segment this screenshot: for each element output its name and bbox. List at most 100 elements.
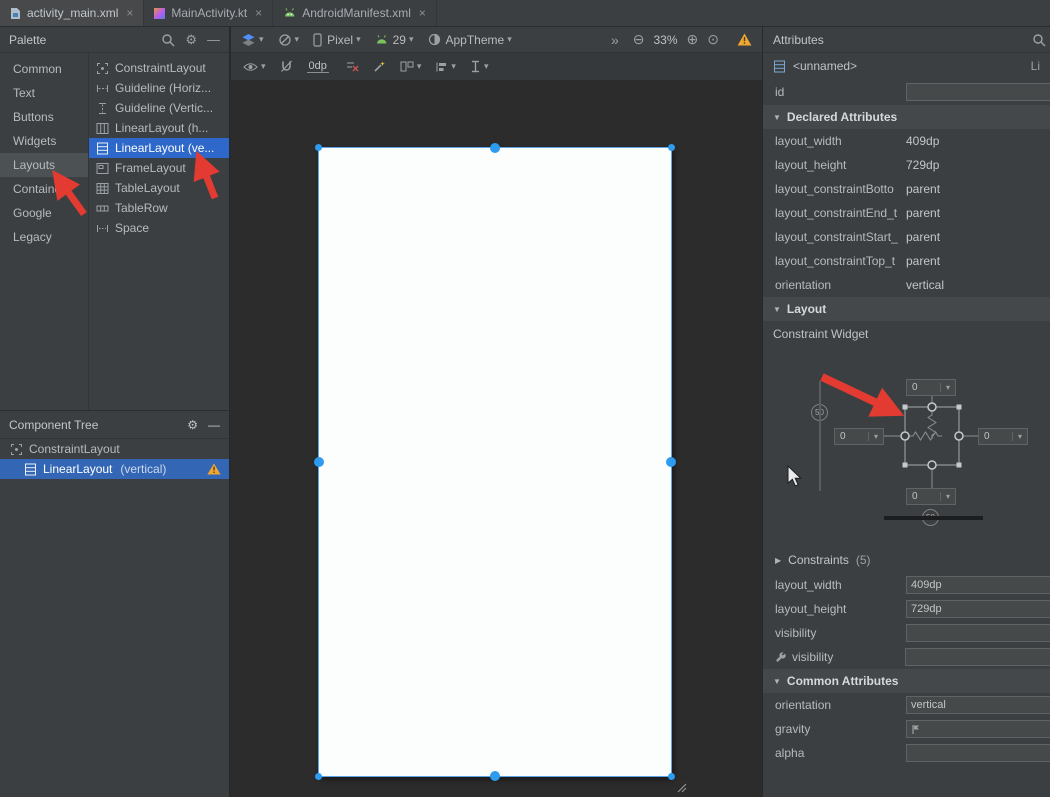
- left-panel: Palette ⚙ — Common Text Buttons Widgets …: [0, 27, 230, 797]
- search-icon[interactable]: [161, 33, 175, 47]
- pack-menu[interactable]: ▾: [400, 60, 422, 73]
- default-margins-control[interactable]: 0dp: [307, 60, 329, 73]
- palette-category-widgets[interactable]: Widgets: [0, 129, 88, 153]
- palette-item-guideline-horizontal[interactable]: Guideline (Horiz...: [89, 78, 229, 98]
- palette-category-text[interactable]: Text: [0, 81, 88, 105]
- id-input[interactable]: [906, 83, 1050, 101]
- palette-category-legacy[interactable]: Legacy: [0, 225, 88, 249]
- selection-handle[interactable]: [490, 143, 500, 153]
- selected-linearlayout-preview[interactable]: [318, 147, 672, 777]
- palette-item-space[interactable]: Space: [89, 218, 229, 238]
- visibility-input[interactable]: [906, 624, 1050, 642]
- vertical-bias-slider[interactable]: 50: [811, 404, 828, 421]
- design-surface-selector[interactable]: ▾: [241, 33, 264, 47]
- attributes-title: Attributes: [773, 33, 1032, 47]
- palette-category-containers[interactable]: Containers: [0, 177, 88, 201]
- close-icon[interactable]: ×: [126, 6, 133, 20]
- margin-top-dropdown[interactable]: 0 ▾: [906, 379, 956, 396]
- attr-row: layout_constraintTop_t parent: [763, 249, 1050, 273]
- attr-row: visibility: [763, 645, 1050, 669]
- gear-icon[interactable]: ⚙: [185, 32, 197, 48]
- minimize-icon[interactable]: —: [208, 418, 220, 432]
- palette: Common Text Buttons Widgets Layouts Cont…: [0, 53, 229, 411]
- palette-item-guideline-vertical[interactable]: Guideline (Vertic...: [89, 98, 229, 118]
- section-layout[interactable]: ▼ Layout: [763, 297, 1050, 321]
- section-declared-attributes[interactable]: ▼ Declared Attributes: [763, 105, 1050, 129]
- margin-end-dropdown[interactable]: 0 ▾: [978, 428, 1028, 445]
- guidelines-menu[interactable]: ▾: [470, 60, 489, 73]
- close-icon[interactable]: ×: [255, 6, 262, 20]
- tools-visibility-input[interactable]: [905, 648, 1050, 666]
- tree-item-constraintlayout[interactable]: ConstraintLayout: [0, 439, 229, 459]
- id-row: id: [763, 79, 1050, 105]
- attr-row: orientation vertical: [763, 273, 1050, 297]
- resize-grip-icon[interactable]: [675, 781, 687, 793]
- palette-category-google[interactable]: Google: [0, 201, 88, 225]
- attr-row: layout_height 729dp: [763, 153, 1050, 177]
- selected-component-row: <unnamed> Li: [763, 53, 1050, 79]
- warnings-button[interactable]: [737, 33, 752, 46]
- warning-icon[interactable]: [207, 463, 221, 475]
- align-menu[interactable]: ▾: [435, 61, 456, 73]
- tab-activity-main-xml[interactable]: activity_main.xml ×: [0, 0, 144, 26]
- design-canvas[interactable]: [231, 82, 762, 797]
- palette-category-layouts[interactable]: Layouts: [0, 153, 88, 177]
- theme-selector[interactable]: AppTheme ▾: [428, 33, 512, 47]
- section-common-attributes[interactable]: ▼ Common Attributes: [763, 669, 1050, 693]
- tab-label: AndroidManifest.xml: [302, 6, 411, 20]
- palette-item-tablerow[interactable]: TableRow: [89, 198, 229, 218]
- layout-height-input[interactable]: [906, 600, 1050, 618]
- horizontal-bias-slider[interactable]: 50: [922, 509, 939, 526]
- zoom-in-button[interactable]: ⊕: [687, 31, 699, 48]
- toolbar-overflow-button[interactable]: »: [611, 32, 619, 48]
- palette-item-linearlayout-horizontal[interactable]: LinearLayout (h...: [89, 118, 229, 138]
- api-selector[interactable]: 29 ▾: [375, 33, 414, 47]
- minimize-icon[interactable]: —: [207, 32, 220, 47]
- close-icon[interactable]: ×: [419, 6, 426, 20]
- linearlayout-vertical-icon: [24, 463, 37, 476]
- gear-icon[interactable]: ⚙: [187, 418, 198, 432]
- space-icon: [96, 222, 109, 235]
- device-selector[interactable]: Pixel ▾: [313, 33, 361, 47]
- chevron-expanded-icon: ▼: [773, 305, 781, 314]
- selection-handle[interactable]: [668, 773, 675, 780]
- alpha-input[interactable]: [906, 744, 1050, 762]
- palette-category-buttons[interactable]: Buttons: [0, 105, 88, 129]
- align-icon: [435, 61, 448, 73]
- constraint-widget[interactable]: 0 ▾ 0 ▾ 0 ▾ 0 ▾ 50 50: [763, 347, 1050, 547]
- search-icon[interactable]: [1032, 33, 1046, 47]
- selection-handle[interactable]: [314, 457, 324, 467]
- view-options-button[interactable]: ▾: [243, 61, 266, 72]
- orientation-input[interactable]: [906, 696, 1050, 714]
- selection-handle[interactable]: [315, 773, 322, 780]
- chevron-down-icon: ▾: [409, 34, 414, 45]
- constraints-section-toggle[interactable]: ▶ Constraints (5): [763, 547, 1050, 573]
- layout-width-input[interactable]: [906, 576, 1050, 594]
- palette-item-linearlayout-vertical[interactable]: LinearLayout (ve...: [89, 138, 229, 158]
- palette-categories: Common Text Buttons Widgets Layouts Cont…: [0, 53, 88, 410]
- palette-item-constraintlayout[interactable]: ConstraintLayout: [89, 58, 229, 78]
- palette-item-tablelayout[interactable]: TableLayout: [89, 178, 229, 198]
- selection-handle[interactable]: [668, 144, 675, 151]
- zoom-out-button[interactable]: ⊖: [633, 31, 645, 48]
- gravity-input[interactable]: [906, 720, 1050, 738]
- constraintlayout-icon: [10, 443, 23, 456]
- infer-constraints-button[interactable]: [373, 60, 386, 73]
- ui-mode-selector[interactable]: ▾: [278, 33, 300, 47]
- autoconnect-toggle[interactable]: [280, 60, 293, 73]
- selection-handle[interactable]: [666, 457, 676, 467]
- clear-constraints-button[interactable]: [345, 60, 359, 73]
- zoom-to-fit-button[interactable]: ⊙: [707, 31, 719, 48]
- linearlayout-horizontal-icon: [96, 122, 109, 135]
- tree-item-linearlayout-vertical[interactable]: LinearLayout(vertical): [0, 459, 229, 479]
- margin-bottom-dropdown[interactable]: 0 ▾: [906, 488, 956, 505]
- chevron-collapsed-icon: ▶: [775, 556, 781, 565]
- palette-category-common[interactable]: Common: [0, 57, 88, 81]
- tab-mainactivity-kt[interactable]: MainActivity.kt ×: [144, 0, 273, 26]
- margin-start-dropdown[interactable]: 0 ▾: [834, 428, 884, 445]
- linearlayout-vertical-icon: [773, 60, 786, 73]
- selection-handle[interactable]: [490, 771, 500, 781]
- selection-handle[interactable]: [315, 144, 322, 151]
- tab-androidmanifest-xml[interactable]: AndroidManifest.xml ×: [273, 0, 437, 26]
- palette-item-framelayout[interactable]: FrameLayout: [89, 158, 229, 178]
